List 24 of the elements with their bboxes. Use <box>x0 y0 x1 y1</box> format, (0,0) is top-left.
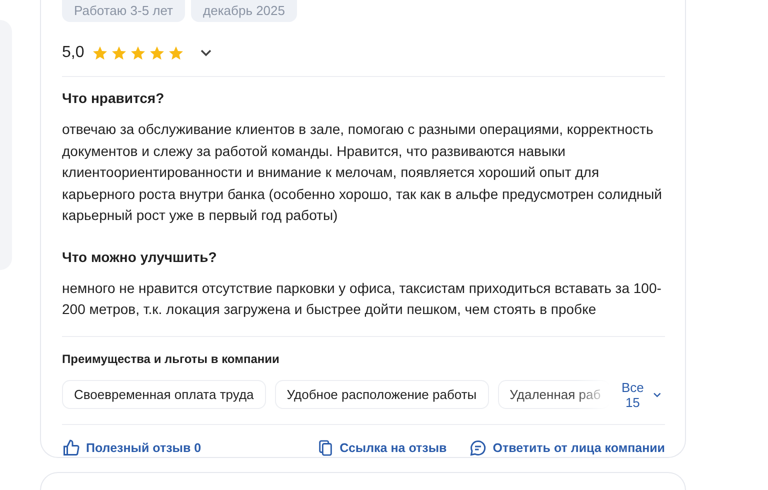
chat-icon <box>468 438 487 456</box>
section-title: Что нравится? <box>62 90 166 106</box>
rating-score: 5,0 <box>62 44 84 62</box>
review-link-button[interactable]: Ссылка на отзыв <box>316 438 447 456</box>
star-icon <box>168 45 184 61</box>
reply-button[interactable]: Ответить от лица компании <box>468 438 665 456</box>
benefit-chip: Своевременная оплата труда <box>62 380 266 409</box>
copy-icon <box>316 438 334 456</box>
star-icon <box>149 45 166 61</box>
review-tag: декабрь 2025 <box>191 0 297 22</box>
chevron-down-icon <box>200 49 212 57</box>
review-tag: Работаю 3-5 лет <box>62 0 185 22</box>
review-text: немного не нравится отсутствие парковки у офиса, таксистам приходиться вставать за 100-200 метров, т.к. локация загружена и быстрее дойти пешком, чем стоять в пробке <box>62 278 662 319</box>
benefit-chip: Удобное расположение работы <box>274 380 489 409</box>
chevron-down-icon <box>652 390 661 398</box>
show-all-button[interactable]: Все 15 <box>618 380 661 410</box>
star-icon <box>111 45 128 61</box>
star-icon <box>92 45 108 61</box>
star-icon <box>130 45 146 61</box>
section-title: Что можно улучшить? <box>62 248 218 264</box>
helpful-button[interactable]: Полезный отзыв 0 <box>62 438 202 456</box>
review-text: отвечаю за обслуживание клиентов в зале, помогаю с разными операциями, корректность документов и слежу за работой команды. Нравится, что развиваются навыки клиентоориентированности и внимание к мелочам, появляется хороший опыт для карьерного роста внутри банка (особенно хорошо, так как в альфе предусмотрен солидный карьерный рост уже в первый год работы) <box>62 120 663 225</box>
thumbs-up-icon <box>62 438 80 456</box>
benefits-title: Преимущества и льготы в компании <box>62 352 280 366</box>
